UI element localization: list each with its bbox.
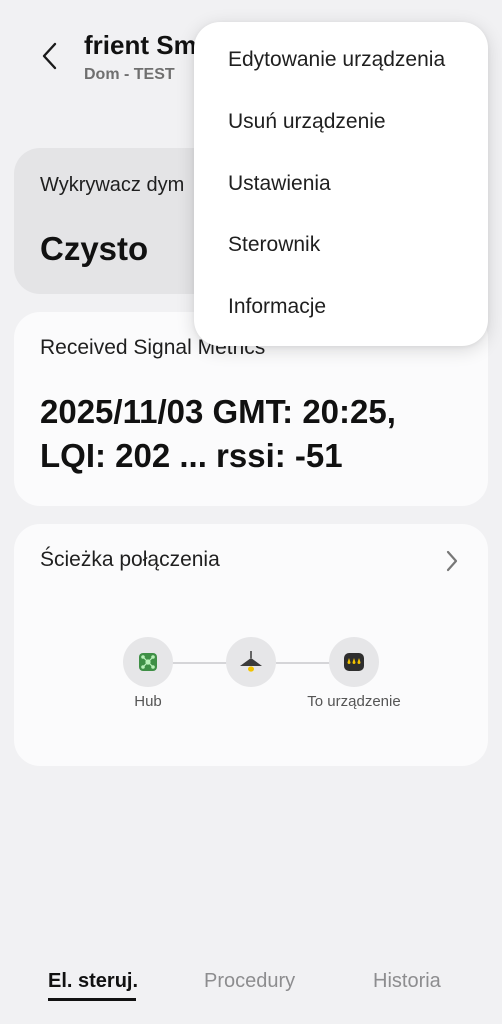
device-title: frient Sm [84,30,197,60]
path-node-device [329,637,379,687]
back-arrow-icon [42,42,57,70]
bottom-navigation: El. steruj. Procedury Historia [0,960,502,1010]
connection-path-card[interactable]: Ścieżka połączenia Hub To urządzenie [14,524,488,766]
tab-history[interactable]: Historia [373,970,441,993]
signal-metrics-value: 2025/11/03 GMT: 20:25, LQI: 202 ... rssi… [40,393,396,474]
path-node-router [226,637,276,687]
menu-item-edit-device[interactable]: Edytowanie urządzenia [228,48,445,72]
menu-item-settings[interactable]: Ustawienia [228,172,331,196]
connection-path-chevron[interactable] [442,546,462,576]
detector-label: Wykrywacz dym [40,174,185,196]
path-node-hub [123,637,173,687]
back-button[interactable] [34,38,64,74]
path-connector [172,662,228,664]
detector-value: Czysto [40,230,149,267]
menu-item-delete-device[interactable]: Usuń urządzenie [228,110,386,134]
path-node-label: To urządzenie [307,693,401,710]
menu-item-driver[interactable]: Sterownik [228,233,320,257]
ceiling-lamp-icon [240,651,262,672]
tab-controls[interactable]: El. steruj. [48,970,138,993]
tab-procedures[interactable]: Procedury [204,970,295,993]
hub-icon [139,653,157,671]
overflow-menu: Edytowanie urządzenia Usuń urządzenie Us… [194,22,488,346]
water-drops-icon [344,653,364,671]
chevron-right-icon [446,550,458,572]
path-node-label: Hub [134,693,162,710]
device-location: Dom - TEST [84,66,175,83]
path-connector [276,662,330,664]
connection-path-label: Ścieżka połączenia [40,548,220,571]
active-tab-indicator [48,998,136,1001]
menu-item-information[interactable]: Informacje [228,295,326,319]
